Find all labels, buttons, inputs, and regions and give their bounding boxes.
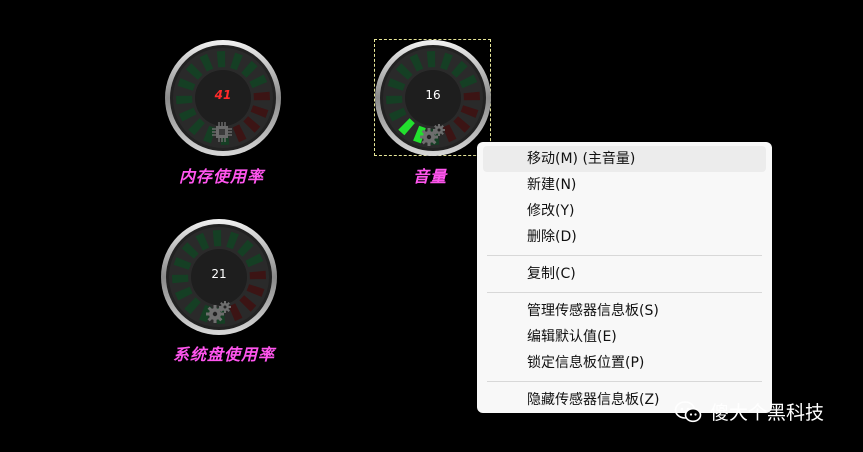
menu-item-delete[interactable]: 删除(D): [483, 224, 766, 250]
context-menu: 移动(M) (主音量) 新建(N) 修改(Y) 删除(D) 复制(C) 管理传感…: [477, 142, 772, 413]
menu-item-lock-position[interactable]: 锁定信息板位置(P): [483, 350, 766, 376]
gauge-label: 音量: [413, 167, 448, 186]
gear-icon: [206, 301, 231, 323]
gauge-segment: [216, 51, 226, 68]
gauge-value: 41: [214, 88, 232, 102]
gauge-label: 系统盘使用率: [173, 345, 276, 364]
cpu-chip-icon: [212, 122, 232, 142]
menu-separator: [487, 255, 762, 256]
gear-icon: [420, 124, 445, 146]
memory-gauge[interactable]: 41: [163, 38, 283, 158]
wechat-icon: [674, 400, 702, 422]
volume-gauge[interactable]: 16: [373, 38, 493, 158]
menu-separator: [487, 292, 762, 293]
watermark: 傻大个黑科技: [674, 398, 824, 425]
gauge-segment: [212, 230, 222, 247]
menu-item-edit-defaults[interactable]: 编辑默认值(E): [483, 324, 766, 350]
gauge-segment: [426, 51, 436, 68]
menu-item-copy[interactable]: 复制(C): [483, 261, 766, 287]
watermark-text: 傻大个黑科技: [710, 402, 825, 424]
menu-item-move[interactable]: 移动(M) (主音量): [483, 146, 766, 172]
gauge-value: 16: [425, 88, 441, 102]
gauge-label: 内存使用率: [179, 167, 265, 186]
gauge-value: 21: [211, 267, 227, 281]
menu-item-modify[interactable]: 修改(Y): [483, 198, 766, 224]
menu-separator: [487, 381, 762, 382]
menu-item-manage-panels[interactable]: 管理传感器信息板(S): [483, 298, 766, 324]
menu-item-new[interactable]: 新建(N): [483, 172, 766, 198]
disk-gauge[interactable]: 21: [159, 217, 279, 337]
